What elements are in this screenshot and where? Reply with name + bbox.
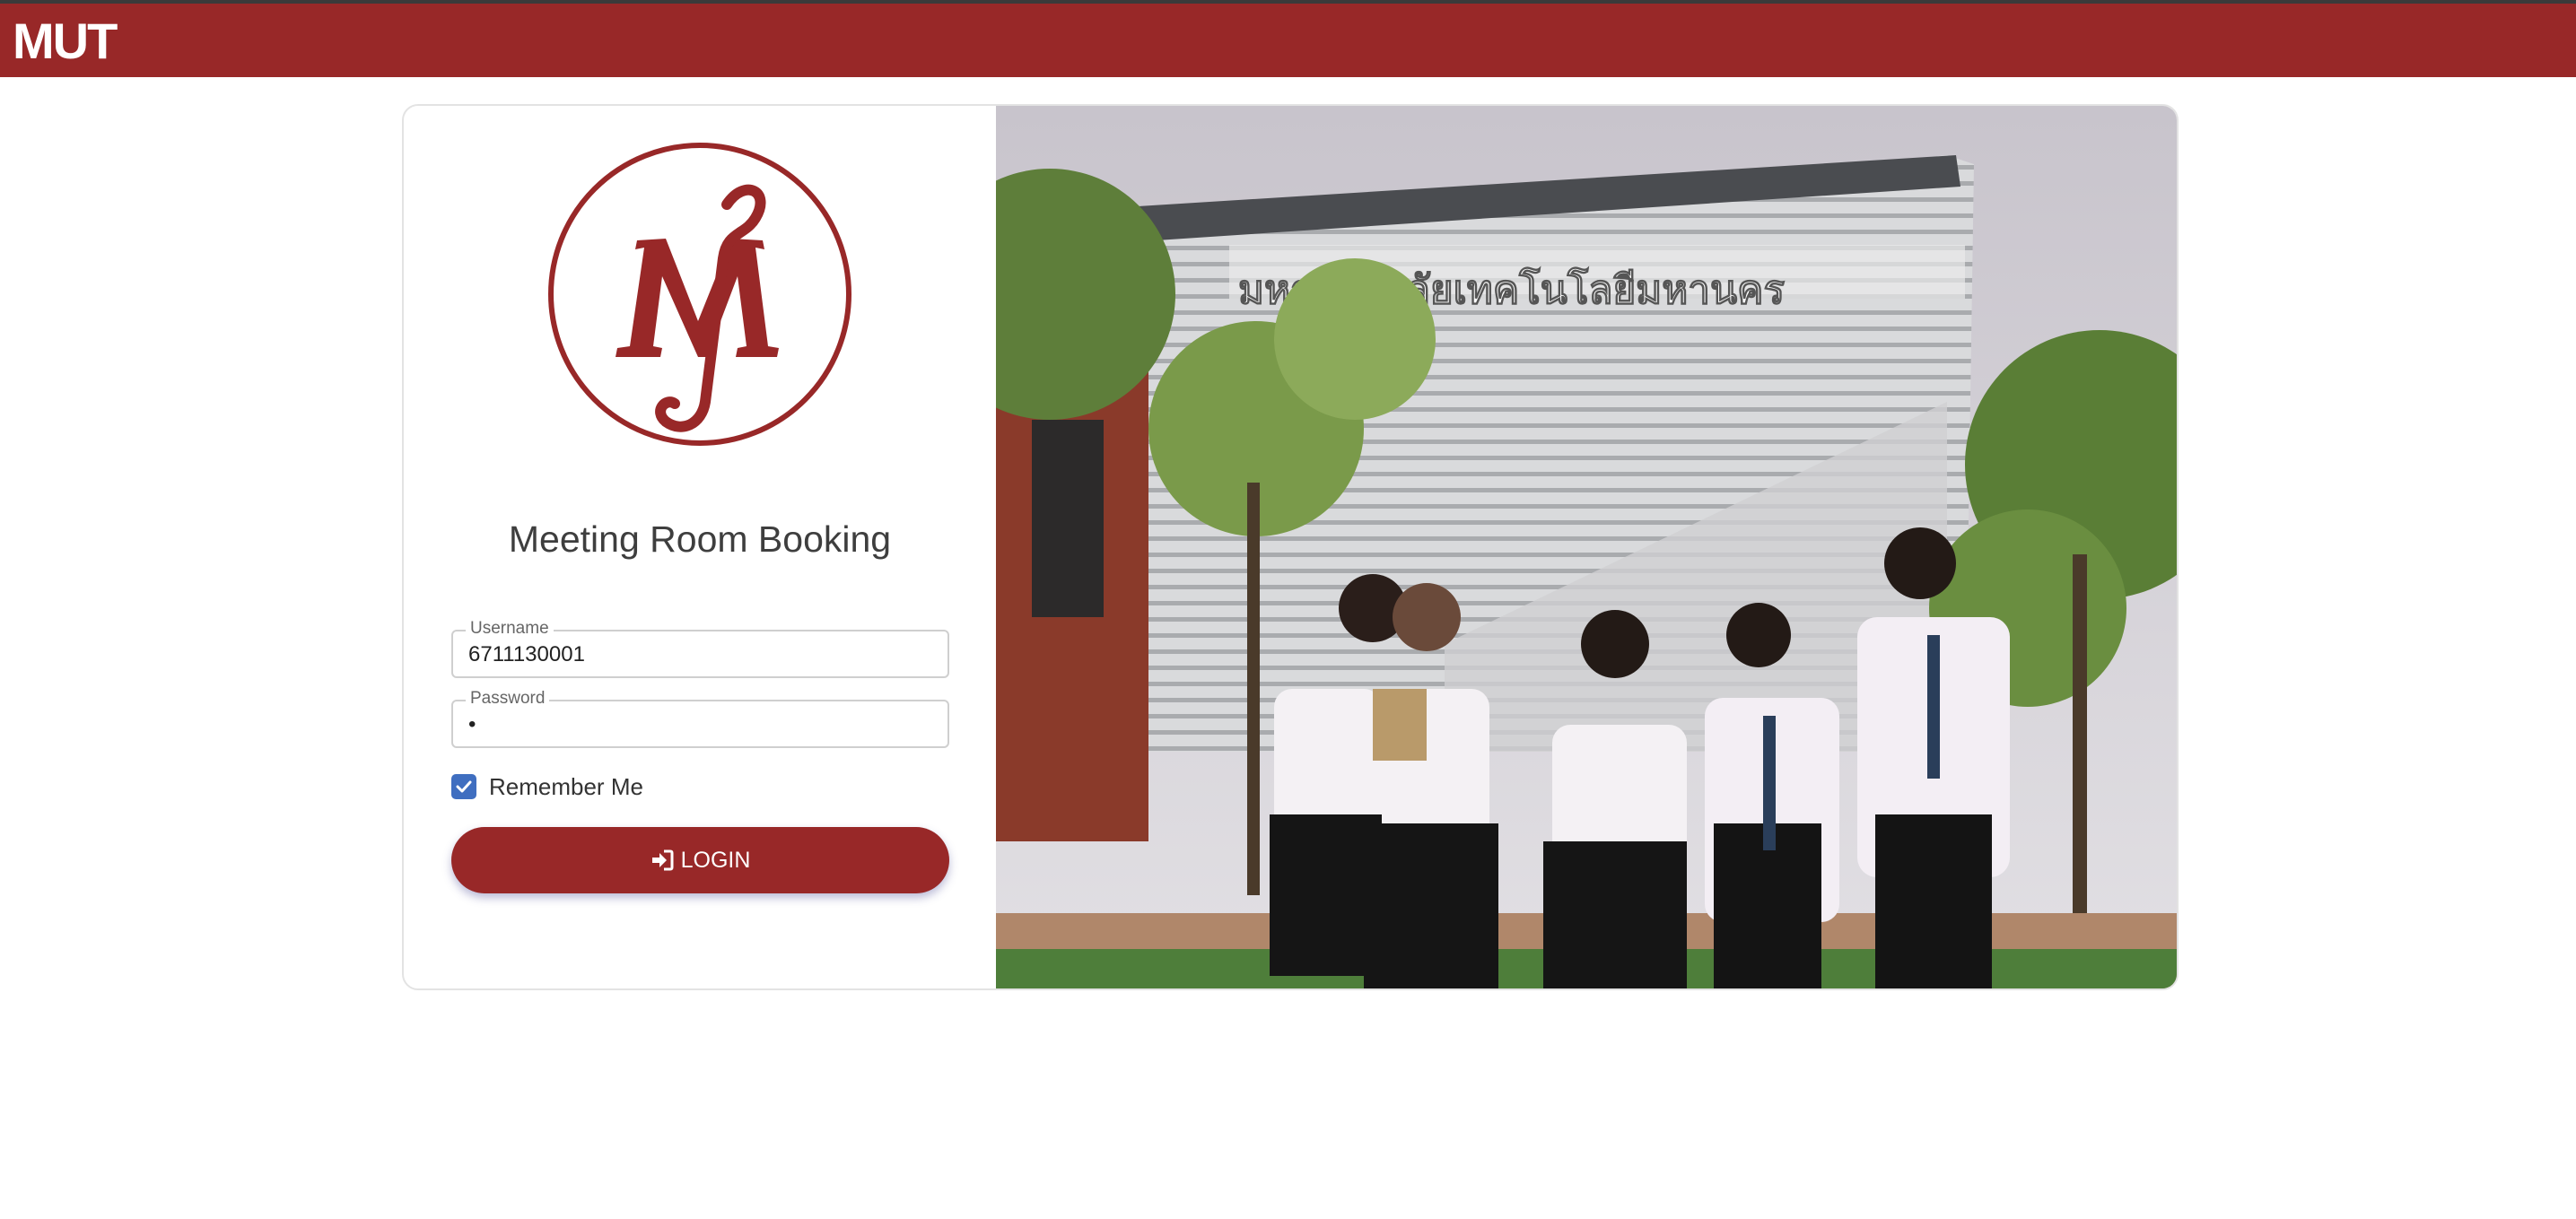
top-header-bar: MUT (0, 0, 2576, 77)
brand-logo-text[interactable]: MUT (13, 16, 118, 66)
password-label: Password (466, 689, 550, 709)
remember-me-label: Remember Me (489, 772, 643, 800)
sign-in-icon (651, 849, 674, 871)
username-label: Username (466, 619, 554, 639)
remember-me-checkbox[interactable] (451, 774, 476, 799)
login-button-label: LOGIN (680, 847, 751, 873)
remember-me-row[interactable]: Remember Me (451, 773, 643, 800)
password-field[interactable]: Password • (451, 689, 949, 748)
login-form-pane: Meeting Room Booking Username Password •… (404, 106, 996, 988)
login-card: Meeting Room Booking Username Password •… (402, 104, 2179, 990)
campus-students-photo: มหาวิทยาลัยเทคโนโลยีมหานคร (996, 106, 2177, 988)
check-icon (456, 780, 472, 793)
username-input[interactable] (468, 642, 935, 667)
username-field[interactable]: Username (451, 619, 949, 678)
login-button[interactable]: LOGIN (451, 827, 949, 893)
page-title: Meeting Room Booking (508, 518, 892, 560)
password-input[interactable]: • (468, 712, 935, 737)
university-logo (548, 143, 851, 446)
